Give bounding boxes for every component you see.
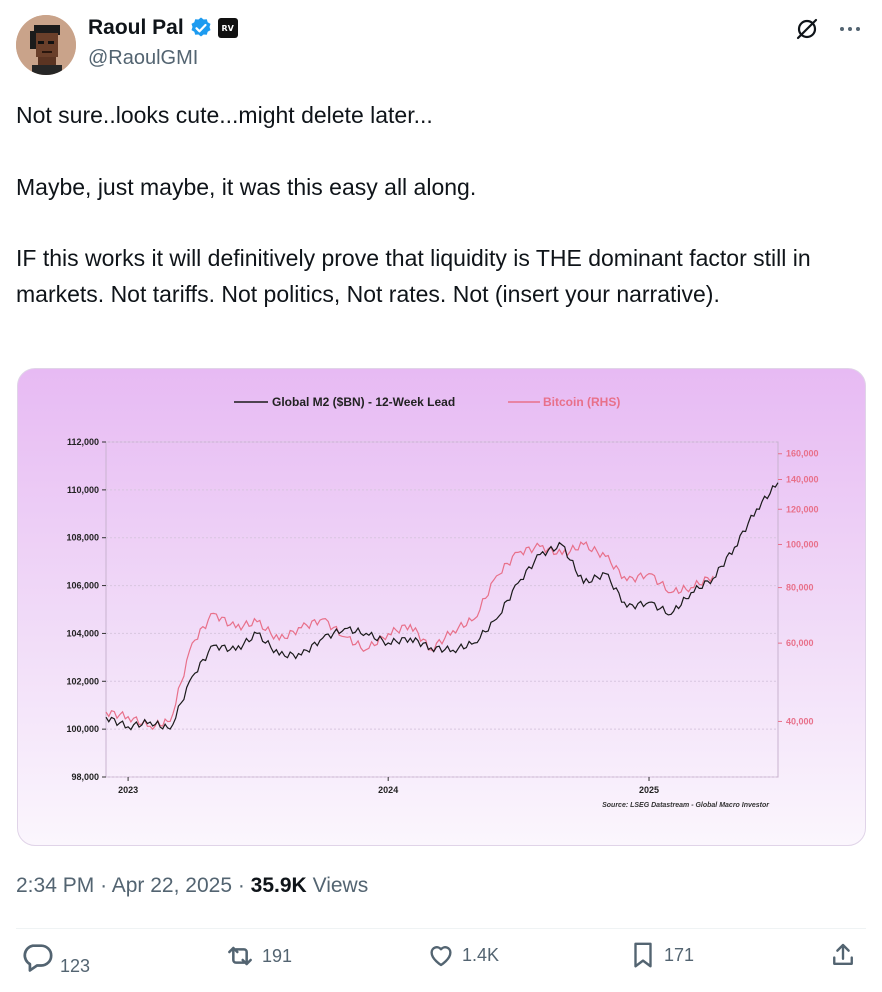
- tweet-paragraph: IF this works it will definitively prove…: [16, 245, 811, 307]
- y-right-tick-label: 100,000: [786, 539, 819, 549]
- series-line-bitcoin: [105, 541, 714, 731]
- bookmark-count: 171: [664, 944, 695, 965]
- reply-icon: [23, 944, 53, 972]
- repost-icon: [228, 946, 252, 966]
- y-right-tick-label: 120,000: [786, 504, 819, 514]
- plot-area: [105, 441, 779, 778]
- tweet-meta: 2:34 PM · Apr 22, 2025 · 35.9K Views: [16, 874, 369, 897]
- y-left-tick-label: 100,000: [66, 724, 99, 734]
- x-tick-label: 2024: [378, 785, 398, 795]
- y-right-tick-label: 160,000: [786, 449, 819, 459]
- bookmark-button[interactable]: 171: [628, 940, 694, 970]
- like-button[interactable]: 1.4K: [426, 940, 499, 970]
- like-icon: [430, 946, 452, 967]
- tweet-paragraph: Not sure..looks cute...might delete late…: [16, 102, 433, 128]
- action-bar: 123 191 1.4K 171: [16, 940, 866, 988]
- share-icon: [833, 943, 853, 965]
- repost-button[interactable]: 191: [224, 940, 292, 972]
- divider: [16, 928, 866, 929]
- tweet-date[interactable]: Apr 22, 2025: [112, 874, 232, 897]
- x-tick-label: 2025: [639, 785, 659, 795]
- y-right-tick-label: 140,000: [786, 474, 819, 484]
- verified-badge-icon[interactable]: [189, 16, 213, 40]
- share-button[interactable]: [828, 940, 858, 970]
- tweet-paragraph: Maybe, just maybe, it was this easy all …: [16, 173, 477, 200]
- bookmark-icon: [634, 942, 652, 968]
- author-handle[interactable]: @RaoulGMI: [88, 47, 198, 70]
- series-line-global-m2: [105, 482, 779, 731]
- tweet-header: Raoul Pal RV @RaoulGMI: [16, 12, 866, 76]
- y-left-tick-label: 108,000: [66, 533, 99, 543]
- grok-icon[interactable]: [794, 16, 820, 42]
- more-options-icon[interactable]: [838, 17, 862, 41]
- y-right-tick-label: 80,000: [786, 583, 814, 593]
- y-left-tick-label: 106,000: [66, 581, 99, 591]
- tweet-text: Not sure..looks cute...might delete late…: [16, 98, 866, 312]
- tweet-time[interactable]: 2:34 PM: [16, 874, 94, 897]
- avatar[interactable]: [16, 15, 76, 75]
- y-left-tick-label: 112,000: [67, 437, 99, 447]
- chart: 98,000 100,000 102,000 104,000 106,000 108,00…: [66, 395, 819, 809]
- y-right-tick-label: 40,000: [786, 716, 814, 726]
- legend-label-m2: Global M2 ($BN) - 12-Week Lead: [272, 395, 455, 409]
- y-left-tick-label: 110,000: [67, 485, 99, 495]
- pixel-avatar-icon: [16, 15, 76, 75]
- x-tick-label: 2023: [118, 785, 138, 795]
- views-label: Views: [312, 874, 369, 897]
- reply-count: 123: [60, 955, 91, 976]
- legend-label-btc: Bitcoin (RHS): [543, 395, 620, 409]
- author-name[interactable]: Raoul Pal: [88, 16, 184, 40]
- tweet-media-chart[interactable]: 98,000 100,000 102,000 104,000 106,000 108,00…: [17, 368, 866, 846]
- y-right-tick-label: 60,000: [786, 638, 814, 648]
- chart-source: Source: LSEG Datastream - Global Macro I…: [602, 802, 770, 809]
- repost-count: 191: [262, 945, 293, 966]
- affiliate-badge[interactable]: RV: [217, 18, 238, 38]
- y-left-tick-label: 104,000: [66, 628, 99, 638]
- y-left-tick-label: 102,000: [66, 676, 99, 686]
- views-count: 35.9K: [250, 874, 307, 897]
- like-count: 1.4K: [462, 944, 500, 965]
- y-left-tick-label: 98,000: [71, 772, 99, 782]
- reply-button[interactable]: 123: [20, 940, 91, 976]
